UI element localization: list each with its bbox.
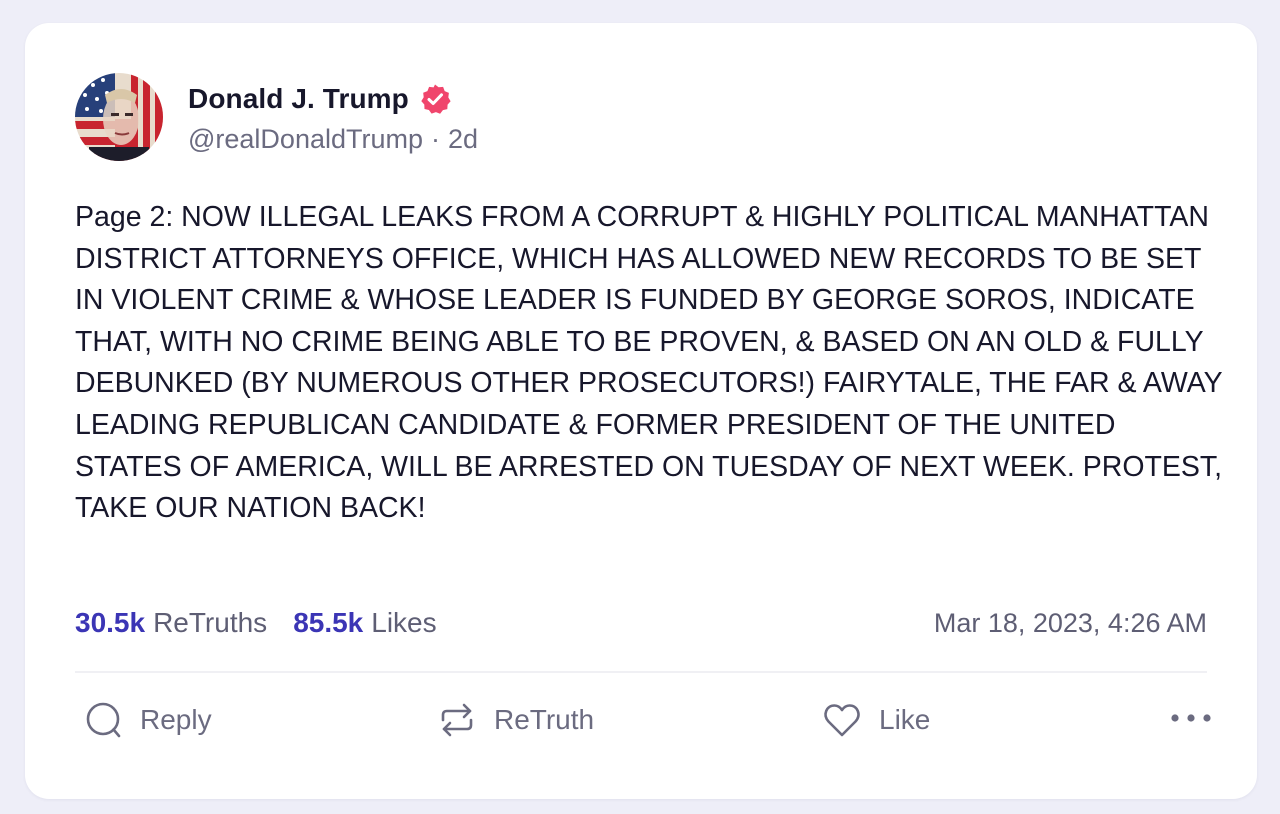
action-bar: Reply ReTruth Like (83, 697, 1213, 743)
retruths-label: ReTruths (153, 607, 268, 638)
divider (75, 671, 1207, 673)
like-button[interactable]: Like (822, 697, 930, 743)
retruths-count: 30.5k (75, 607, 146, 638)
retruth-label: ReTruth (494, 704, 595, 735)
author-block: Donald J. Trump @realDonaldTrump · 2d (188, 79, 478, 155)
author-meta: @realDonaldTrump · 2d (188, 124, 478, 155)
post-header: Donald J. Trump @realDonaldTrump · 2d (75, 73, 478, 161)
more-options-button[interactable] (1169, 697, 1213, 743)
repost-arrows-icon (437, 700, 477, 740)
author-name-row: Donald J. Trump (188, 79, 478, 119)
retruths-stat[interactable]: 30.5k ReTruths (75, 607, 267, 639)
likes-count: 85.5k (293, 607, 364, 638)
post-age[interactable]: 2d (448, 124, 478, 155)
avatar-image (75, 73, 163, 161)
likes-label: Likes (371, 607, 437, 638)
speech-bubble-icon (83, 700, 123, 740)
author-name[interactable]: Donald J. Trump (188, 83, 409, 115)
heart-icon (822, 700, 862, 740)
avatar[interactable] (75, 73, 163, 161)
author-handle[interactable]: @realDonaldTrump (188, 124, 423, 155)
post-text: Page 2: NOW ILLEGAL LEAKS FROM A CORRUPT… (75, 201, 1223, 525)
retruth-button[interactable]: ReTruth (437, 697, 594, 743)
like-label: Like (879, 704, 931, 735)
reply-button[interactable]: Reply (83, 697, 212, 743)
post-card: Donald J. Trump @realDonaldTrump · 2d Pa… (25, 23, 1257, 799)
post-stats: 30.5k ReTruths 85.5k Likes Mar 18, 2023,… (75, 601, 1207, 645)
verified-badge-icon (419, 83, 451, 115)
reply-label: Reply (140, 704, 212, 735)
meta-separator: · (431, 124, 440, 154)
more-horizontal-icon (1169, 711, 1213, 729)
likes-stat[interactable]: 85.5k Likes (293, 607, 436, 639)
post-timestamp[interactable]: Mar 18, 2023, 4:26 AM (934, 608, 1207, 639)
